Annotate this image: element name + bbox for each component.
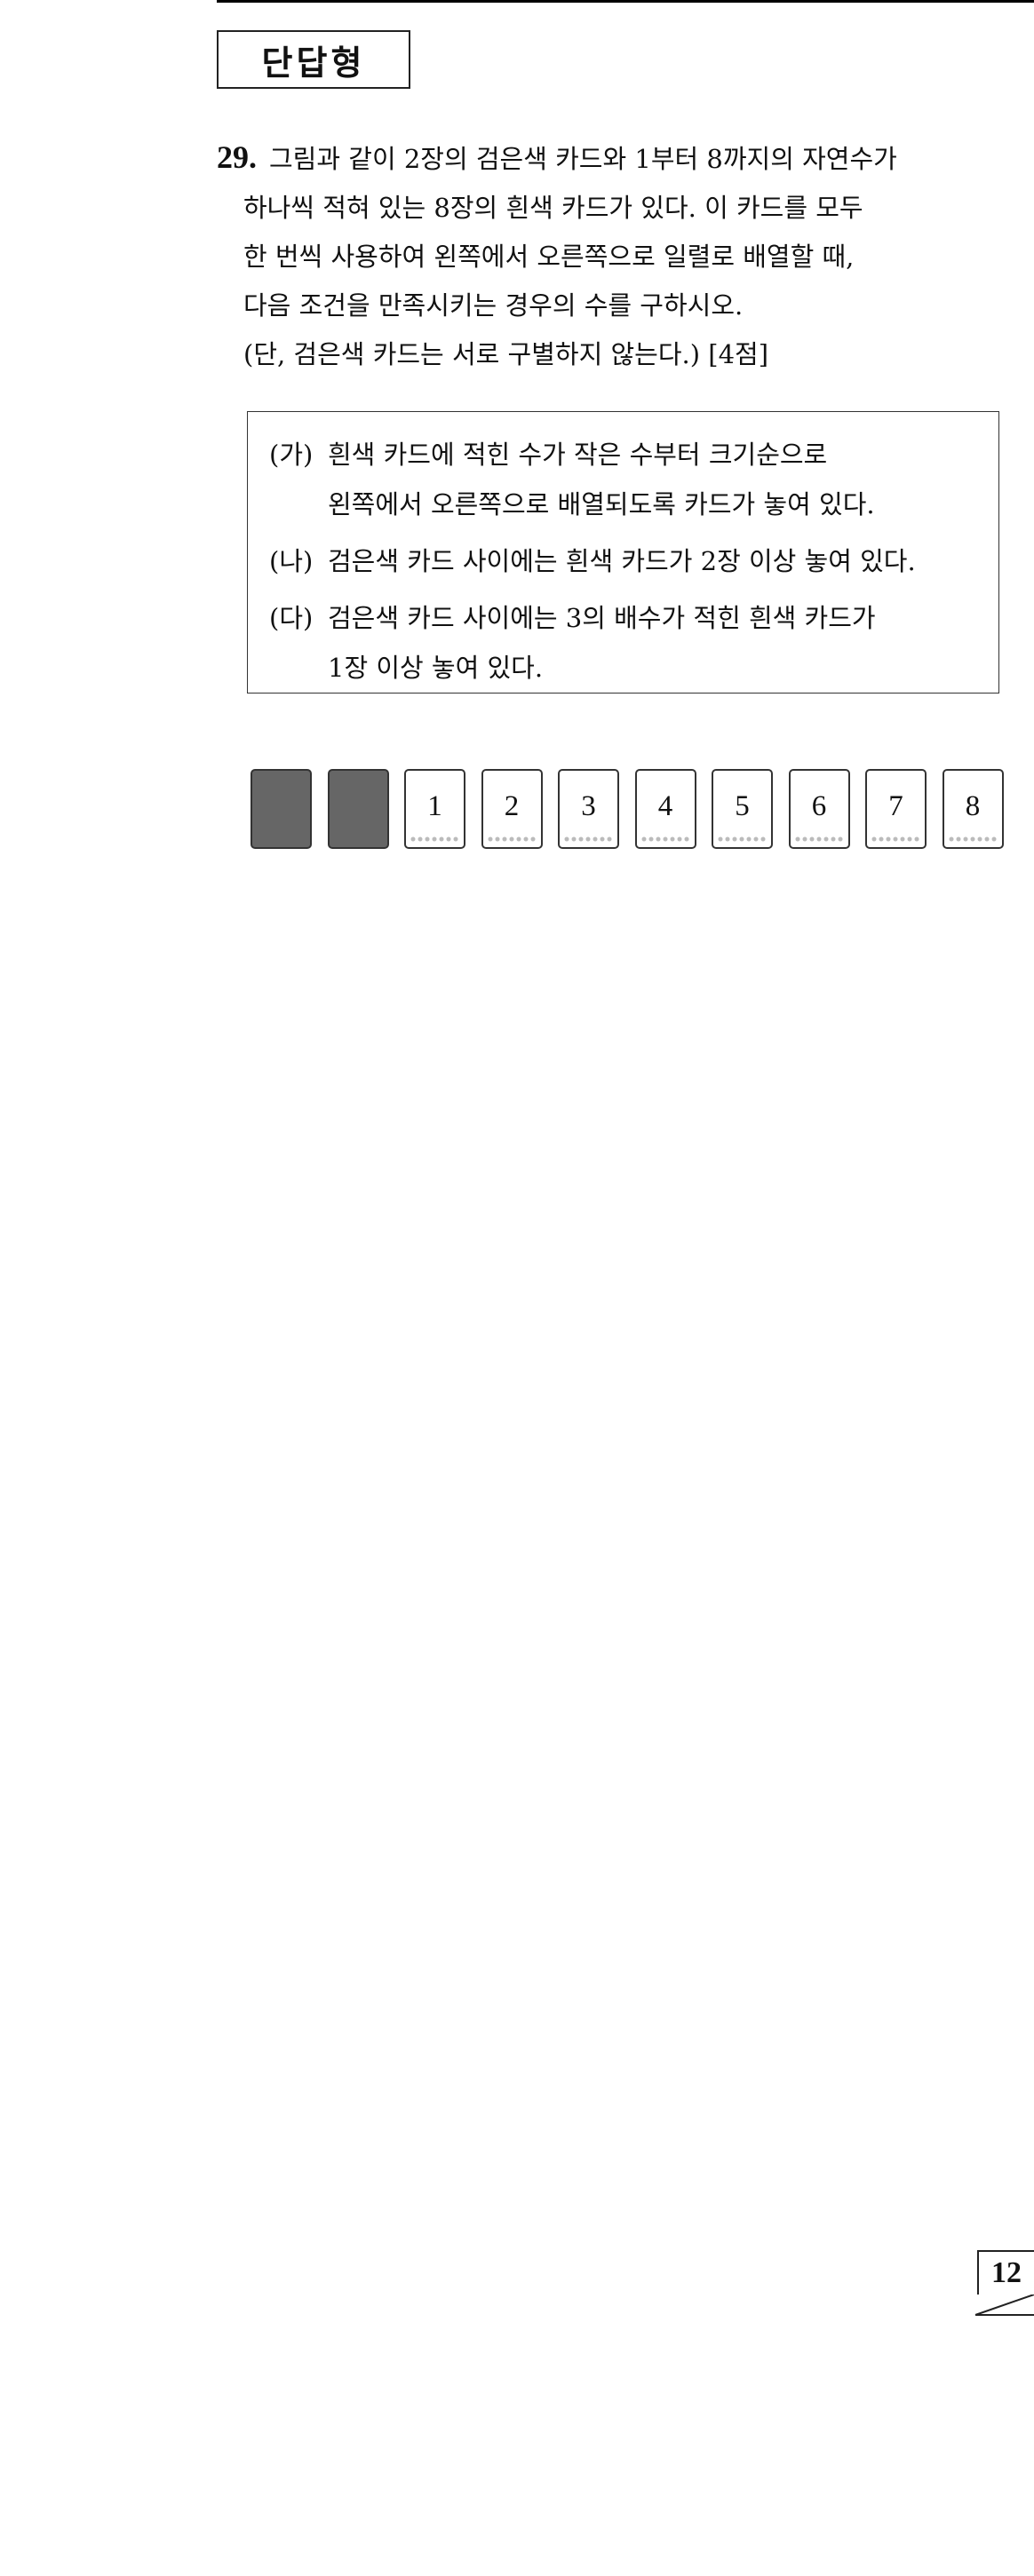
card-decoration [871, 836, 921, 844]
condition-continuation: 왼쪽에서 오른쪽으로 배열되도록 카드가 놓여 있다. [328, 489, 875, 519]
condition-text: 검은색 카드 사이에는 흰색 카드가 2장 이상 놓여 있다. [328, 546, 916, 576]
white-card: 1 [404, 769, 465, 849]
card-decoration [947, 836, 998, 844]
condition-label: (나) [269, 546, 314, 576]
top-rule [217, 0, 1034, 3]
condition-ga: (가) 흰색 카드에 적힌 수가 작은 수부터 크기순으로 왼쪽에서 오른쪽으로 … [269, 430, 998, 529]
card-decoration [410, 836, 460, 844]
white-card: 8 [942, 769, 1004, 849]
card-number: 2 [504, 790, 520, 822]
problem-line-1: 29. 그림과 같이 2장의 검은색 카드와 1부터 8까지의 자연수가 [217, 133, 1016, 184]
white-card: 5 [712, 769, 773, 849]
problem-text-1: 그림과 같이 2장의 검은색 카드와 1부터 8까지의 자연수가 [269, 144, 897, 174]
section-title-box: 단답형 [217, 30, 410, 89]
condition-continuation: 1장 이상 놓여 있다. [328, 653, 544, 683]
condition-text: 흰색 카드에 적힌 수가 작은 수부터 크기순으로 [328, 440, 828, 470]
condition-da: (다) 검은색 카드 사이에는 3의 배수가 적힌 흰색 카드가 1장 이상 놓여… [269, 593, 998, 693]
page-number: 12 [977, 2250, 1034, 2295]
condition-label: (가) [269, 440, 314, 470]
card-number: 4 [657, 790, 673, 822]
problem-statement: 29. 그림과 같이 2장의 검은색 카드와 1부터 8까지의 자연수가 하나씩 … [217, 133, 1016, 379]
white-card: 4 [634, 769, 696, 849]
condition-label: (다) [269, 603, 314, 633]
card-number: 6 [811, 790, 827, 822]
card-number: 7 [888, 790, 903, 822]
problem-line-3: 한 번씩 사용하여 왼쪽에서 오른쪽으로 일렬로 배열할 때, [243, 242, 855, 272]
white-card: 2 [481, 769, 543, 849]
white-card: 7 [865, 769, 927, 849]
card-number: 5 [735, 790, 750, 822]
black-card [327, 769, 389, 849]
card-decoration [793, 836, 845, 844]
card-decoration [640, 836, 691, 844]
card-number: 3 [581, 790, 596, 822]
problem-line-4: 다음 조건을 만족시키는 경우의 수를 구하시오. [243, 290, 744, 321]
card-decoration [486, 836, 537, 844]
problem-line-2: 하나씩 적혀 있는 8장의 흰색 카드가 있다. 이 카드를 모두 [243, 193, 863, 223]
page-number-diagonal [974, 2295, 1034, 2316]
white-card: 3 [558, 769, 619, 849]
black-card [251, 769, 312, 849]
problem-number: 29. [217, 139, 257, 175]
card-decoration [563, 836, 614, 844]
section-title: 단답형 [261, 43, 366, 83]
card-number: 8 [965, 790, 981, 822]
card-decoration [717, 836, 768, 844]
conditions-box: (가) 흰색 카드에 적힌 수가 작은 수부터 크기순으로 왼쪽에서 오른쪽으로 … [247, 411, 999, 694]
white-card: 6 [788, 769, 850, 849]
condition-na: (나) 검은색 카드 사이에는 흰색 카드가 2장 이상 놓여 있다. [269, 536, 998, 586]
condition-text: 검은색 카드 사이에는 3의 배수가 적힌 흰색 카드가 [328, 603, 876, 633]
problem-line-5: (단, 검은색 카드는 서로 구별하지 않는다.) [4점] [243, 339, 769, 369]
card-number: 1 [427, 790, 442, 822]
